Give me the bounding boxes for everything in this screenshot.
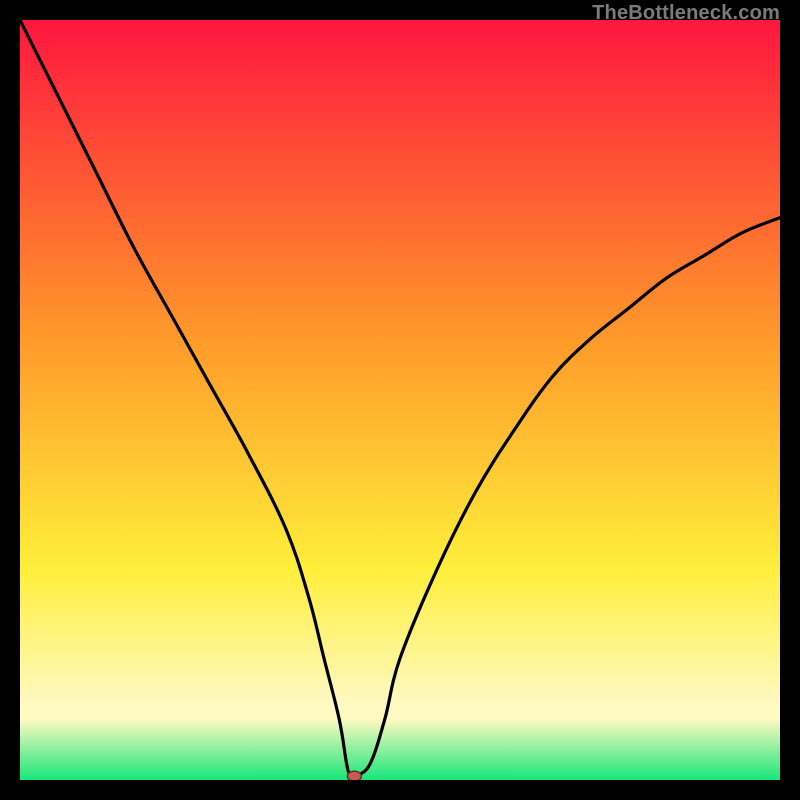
gradient-background: [20, 20, 780, 780]
optimal-marker: [347, 771, 361, 780]
bottleneck-curve-plot: [20, 20, 780, 780]
chart-svg: [20, 20, 780, 780]
chart-frame: { "watermark": "TheBottleneck.com", "col…: [0, 0, 800, 800]
